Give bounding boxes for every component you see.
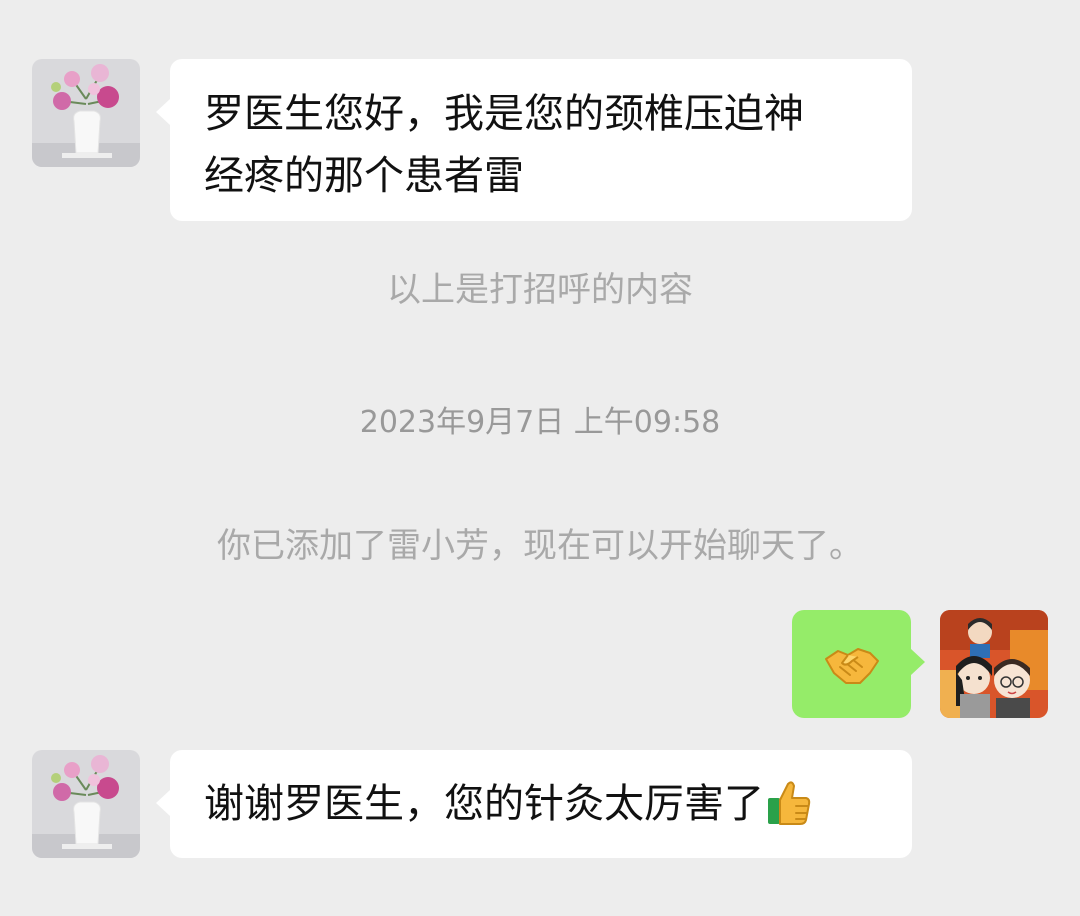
thumbs-up-emoji [768, 781, 811, 825]
timestamp: 2023年9月7日 上午09:58 [359, 405, 721, 440]
self-avatar[interactable] [940, 610, 1048, 718]
greeting-note: 以上是打招呼的内容 [387, 270, 693, 310]
message-text-line: 经疼的那个患者雷 [204, 153, 524, 199]
message-text: 谢谢罗医生，您的针灸太厉害了 [204, 781, 764, 827]
added-notice: 你已添加了雷小芳，现在可以开始聊天了。 [217, 526, 863, 566]
incoming-message-bubble[interactable]: 罗医生您好，我是您的颈椎压迫神 经疼的那个患者雷 [170, 59, 912, 221]
bubble-tail [156, 790, 170, 816]
cartoon-couple-avatar-image [940, 610, 1048, 718]
bubble-tail [911, 649, 925, 675]
incoming-message-bubble[interactable]: 谢谢罗医生，您的针灸太厉害了 [170, 750, 912, 858]
flower-vase-avatar-image [32, 59, 140, 167]
contact-avatar[interactable] [32, 59, 140, 167]
flower-vase-avatar-image [32, 750, 140, 858]
handshake-emoji [825, 648, 879, 684]
message-text-line: 罗医生您好，我是您的颈椎压迫神 [204, 91, 804, 137]
bubble-tail [156, 99, 170, 125]
contact-avatar[interactable] [32, 750, 140, 858]
outgoing-message-bubble[interactable] [792, 610, 911, 718]
